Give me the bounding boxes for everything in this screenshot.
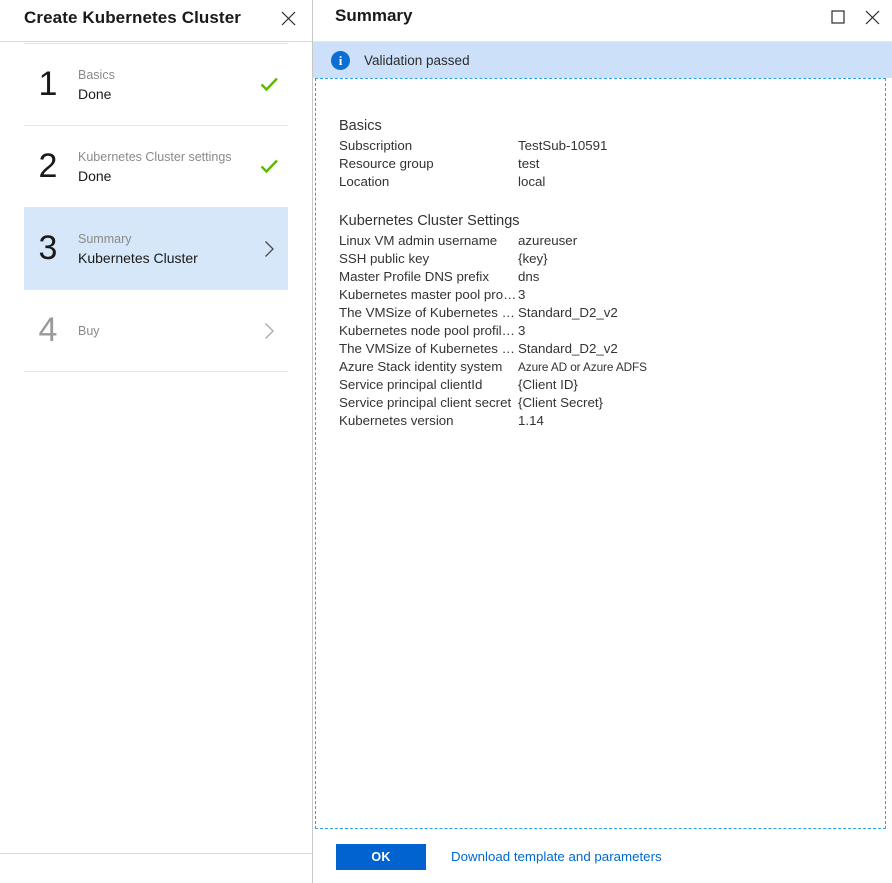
row-value: TestSub-10591	[518, 137, 607, 155]
step-text: Kubernetes Cluster settings Done	[72, 148, 250, 186]
step-subtitle: Kubernetes Cluster	[78, 248, 250, 268]
summary-header: Summary	[313, 0, 892, 42]
step-divider	[24, 371, 288, 372]
step-text: Buy	[72, 322, 250, 340]
row-key: Azure Stack identity system	[339, 358, 518, 376]
check-icon	[260, 77, 279, 92]
row-value: 1.14	[518, 412, 544, 430]
row-key: Master Profile DNS prefix	[339, 268, 518, 286]
step-number: 3	[24, 231, 72, 267]
summary-row: Kubernetes version 1.14	[339, 412, 885, 430]
summary-row: Linux VM admin username azureuser	[339, 232, 885, 250]
validation-banner: i Validation passed	[313, 42, 892, 78]
step-title: Kubernetes Cluster settings	[78, 148, 250, 166]
summary-row: Resource group test	[339, 155, 885, 173]
row-key: Resource group	[339, 155, 518, 173]
row-key: The VMSize of Kubernetes nod...	[339, 340, 518, 358]
validation-message: Validation passed	[364, 53, 470, 68]
summary-row: The VMSize of Kubernetes mas... Standard…	[339, 304, 885, 322]
row-key: Linux VM admin username	[339, 232, 518, 250]
wizard-step-summary[interactable]: 3 Summary Kubernetes Cluster	[24, 208, 288, 289]
summary-row: Subscription TestSub-10591	[339, 137, 885, 155]
step-number: 1	[24, 67, 72, 103]
row-key: Kubernetes node pool profile c...	[339, 322, 518, 340]
summary-row: Service principal client secret {Client …	[339, 394, 885, 412]
section-heading: Basics	[339, 117, 885, 135]
summary-row: SSH public key {key}	[339, 250, 885, 268]
maximize-button[interactable]	[824, 3, 852, 31]
summary-row: Kubernetes master pool profile ... 3	[339, 286, 885, 304]
wizard-step-cluster-settings[interactable]: 2 Kubernetes Cluster settings Done	[24, 126, 288, 207]
row-value: Azure AD or Azure ADFS	[518, 358, 647, 376]
step-title: Summary	[78, 230, 250, 248]
step-status	[250, 77, 288, 92]
row-value: {Client ID}	[518, 376, 578, 394]
row-key: Subscription	[339, 137, 518, 155]
row-key: Location	[339, 173, 518, 191]
summary-title: Summary	[335, 6, 412, 26]
row-key: SSH public key	[339, 250, 518, 268]
maximize-icon	[831, 10, 845, 24]
row-value: 3	[518, 286, 525, 304]
step-text: Summary Kubernetes Cluster	[72, 230, 250, 268]
summary-section-basics: Basics Subscription TestSub-10591 Resour…	[339, 117, 885, 191]
row-value: 3	[518, 322, 525, 340]
wizard-steps: 1 Basics Done 2 Kubernet	[0, 42, 312, 372]
create-cluster-wizard-blade: Create Kubernetes Cluster 1 Basics Done	[0, 0, 313, 883]
window-controls	[824, 3, 886, 31]
wizard-header: Create Kubernetes Cluster	[0, 0, 312, 42]
step-text: Basics Done	[72, 66, 250, 104]
app-root: Create Kubernetes Cluster 1 Basics Done	[0, 0, 892, 883]
summary-row: The VMSize of Kubernetes nod... Standard…	[339, 340, 885, 358]
row-value: azureuser	[518, 232, 577, 250]
row-key: Service principal clientId	[339, 376, 518, 394]
row-value: dns	[518, 268, 539, 286]
summary-row: Location local	[339, 173, 885, 191]
summary-row: Azure Stack identity system Azure AD or …	[339, 358, 885, 376]
row-key: The VMSize of Kubernetes mas...	[339, 304, 518, 322]
wizard-title: Create Kubernetes Cluster	[24, 8, 241, 28]
summary-sections: Basics Subscription TestSub-10591 Resour…	[316, 79, 885, 430]
summary-content-region: Basics Subscription TestSub-10591 Resour…	[315, 78, 886, 829]
ok-button[interactable]: OK	[336, 844, 426, 870]
wizard-close-button[interactable]	[274, 4, 302, 32]
row-key: Kubernetes master pool profile ...	[339, 286, 518, 304]
row-value: local	[518, 173, 545, 191]
summary-close-button[interactable]	[858, 3, 886, 31]
section-spacer	[339, 191, 885, 212]
summary-row: Kubernetes node pool profile c... 3	[339, 322, 885, 340]
row-value: Standard_D2_v2	[518, 304, 618, 322]
close-icon	[281, 11, 296, 26]
section-heading: Kubernetes Cluster Settings	[339, 212, 885, 230]
row-key: Kubernetes version	[339, 412, 518, 430]
summary-section-cluster-settings: Kubernetes Cluster Settings Linux VM adm…	[339, 212, 885, 430]
close-icon	[865, 10, 880, 25]
step-title: Basics	[78, 66, 250, 84]
download-template-link[interactable]: Download template and parameters	[451, 849, 662, 864]
wizard-footer-divider	[0, 853, 312, 854]
summary-row: Service principal clientId {Client ID}	[339, 376, 885, 394]
summary-action-bar: OK Download template and parameters	[313, 830, 892, 883]
step-number: 2	[24, 149, 72, 185]
row-value: Standard_D2_v2	[518, 340, 618, 358]
info-icon: i	[331, 51, 350, 70]
summary-row: Master Profile DNS prefix dns	[339, 268, 885, 286]
row-value: test	[518, 155, 539, 173]
step-title: Buy	[78, 322, 250, 340]
step-subtitle: Done	[78, 166, 250, 186]
check-icon	[260, 159, 279, 174]
step-status	[250, 159, 288, 174]
step-status	[250, 240, 288, 258]
step-subtitle: Done	[78, 84, 250, 104]
chevron-right-icon	[264, 240, 275, 258]
wizard-step-basics[interactable]: 1 Basics Done	[24, 44, 288, 125]
step-status	[250, 322, 288, 340]
row-key: Service principal client secret	[339, 394, 518, 412]
row-value: {key}	[518, 250, 548, 268]
wizard-step-buy[interactable]: 4 Buy	[24, 290, 288, 371]
chevron-right-icon	[264, 322, 275, 340]
row-value: {Client Secret}	[518, 394, 603, 412]
step-number: 4	[24, 313, 72, 349]
summary-blade: Summary	[313, 0, 892, 883]
